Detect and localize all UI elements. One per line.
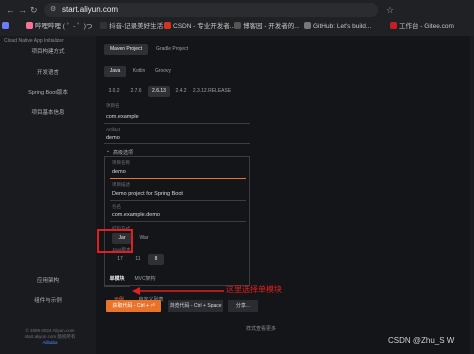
bookmark-item[interactable] (2, 21, 11, 33)
package-label: 包名 (112, 204, 121, 209)
share-button[interactable]: 分享... (228, 300, 258, 312)
bookmark-favicon-icon (2, 22, 9, 29)
option-boot-276[interactable]: 2.7.6 (126, 86, 146, 97)
address-bar[interactable]: ⚙ start.aliyun.com (44, 3, 378, 17)
douyin-icon (100, 22, 107, 29)
csdn-icon (164, 22, 171, 29)
label-boot-version: Spring Boot版本 (28, 90, 68, 96)
artifact-label: Artifact (106, 127, 121, 132)
bookmark-item[interactable]: 抖音-记录美好生活 (100, 21, 163, 33)
bookmark-item[interactable]: 哔哩哔哩 ( ゜- ゜)つ (26, 21, 92, 33)
artifact-input[interactable]: demo (106, 135, 120, 141)
footer-link[interactable]: Alibaba (4, 340, 96, 346)
github-icon (304, 22, 311, 29)
option-groovy[interactable]: Groovy (152, 66, 174, 77)
bookmark-item[interactable]: 博客园 - 开发者的... (234, 21, 300, 33)
cnblogs-icon (234, 22, 241, 29)
option-java-11[interactable]: 11 (130, 254, 146, 265)
option-boot-2312[interactable]: 2.3.12.RELEASE (192, 86, 232, 97)
bookmarks-bar: 哔哩哔哩 ( ゜- ゜)つ 抖音-记录美好生活 CSDN - 专业开发者... … (0, 20, 474, 34)
option-maven[interactable]: Maven Project (104, 44, 148, 55)
desc-input[interactable]: Demo project for Spring Boot (112, 191, 183, 197)
label-components: 组件与示例 (34, 298, 62, 304)
group-underline (104, 123, 250, 124)
advanced-toggle[interactable]: 高级选项 (113, 149, 133, 156)
desc-label: 项目描述 (112, 182, 130, 187)
url-text: start.aliyun.com (62, 5, 119, 14)
annotation-highlight-box (97, 229, 133, 253)
single-module-underline (104, 286, 130, 287)
back-icon[interactable]: ← (6, 3, 15, 17)
option-mvc[interactable]: MVC架构 (132, 274, 158, 285)
bookmark-star-icon[interactable]: ☆ (386, 3, 394, 17)
label-architecture: 应用架构 (36, 278, 59, 284)
desc-underline (110, 200, 246, 201)
option-war[interactable]: War (134, 233, 154, 244)
option-single-module[interactable]: 单模块 (104, 274, 130, 285)
group-label: 项目名 (106, 103, 120, 108)
option-java-8[interactable]: 8 (148, 254, 164, 265)
arrow-head (132, 287, 140, 295)
option-boot-302[interactable]: 3.0.2 (104, 86, 124, 97)
app-name: Cloud Native App Initializer (4, 38, 64, 44)
site-info-icon[interactable]: ⚙ (50, 3, 56, 17)
package-input[interactable]: com.example.demo (112, 212, 160, 218)
label-project-info: 项目基本信息 (31, 110, 65, 116)
bookmark-item[interactable]: GitHub: Let's build... (304, 21, 371, 33)
forward-icon[interactable]: → (18, 3, 27, 17)
chevron-down-icon[interactable]: ⌄ (106, 148, 110, 154)
option-java-17[interactable]: 17 (112, 254, 128, 265)
label-language: 开发语言 (36, 70, 59, 76)
footer: © 1999-2024 Aliyun.com start.aliyun.com … (4, 328, 96, 346)
bookmark-item[interactable]: CSDN - 专业开发者... (164, 21, 235, 33)
label-build-type: 项目构建方式 (31, 49, 65, 55)
scrollbar[interactable] (470, 36, 474, 354)
name-input[interactable]: demo (112, 169, 126, 175)
sidebar: Cloud Native App Initializer 项目构建方式 开发语言… (0, 36, 96, 354)
option-kotlin[interactable]: Kotlin (128, 66, 150, 77)
group-input[interactable]: com.example (106, 114, 139, 120)
option-boot-242[interactable]: 2.4.2 (172, 86, 190, 97)
annotation-arrow-icon (132, 287, 224, 295)
generate-code-button[interactable]: 获取代码 - Ctrl + ⏎ (106, 300, 161, 312)
page-content: Cloud Native App Initializer 项目构建方式 开发语言… (0, 36, 474, 354)
gitee-icon (390, 22, 397, 29)
browser-chrome: ← → ↻ ⚙ start.aliyun.com ☆ 哔哩哔哩 ( ゜- ゜)つ… (0, 0, 474, 36)
option-boot-2613[interactable]: 2.6.13 (148, 86, 170, 97)
option-gradle[interactable]: Gradle Project (150, 44, 194, 55)
bilibili-icon (26, 22, 33, 29)
watermark: CSDN @Zhu_S W (388, 336, 455, 345)
reload-icon[interactable]: ↻ (30, 3, 38, 17)
artifact-underline (104, 143, 250, 144)
name-label: 项目名称 (112, 160, 130, 165)
name-underline (110, 178, 246, 179)
explore-code-button[interactable]: 浏览代码 - Ctrl + Space (168, 300, 223, 312)
package-underline (110, 221, 246, 222)
bookmark-item[interactable]: 工作台 - Gitee.com (390, 21, 454, 33)
more-link[interactable]: 样式查看更多 (246, 325, 276, 332)
option-java[interactable]: Java (104, 66, 126, 77)
annotation-text: 这里选择单模块 (226, 285, 282, 294)
